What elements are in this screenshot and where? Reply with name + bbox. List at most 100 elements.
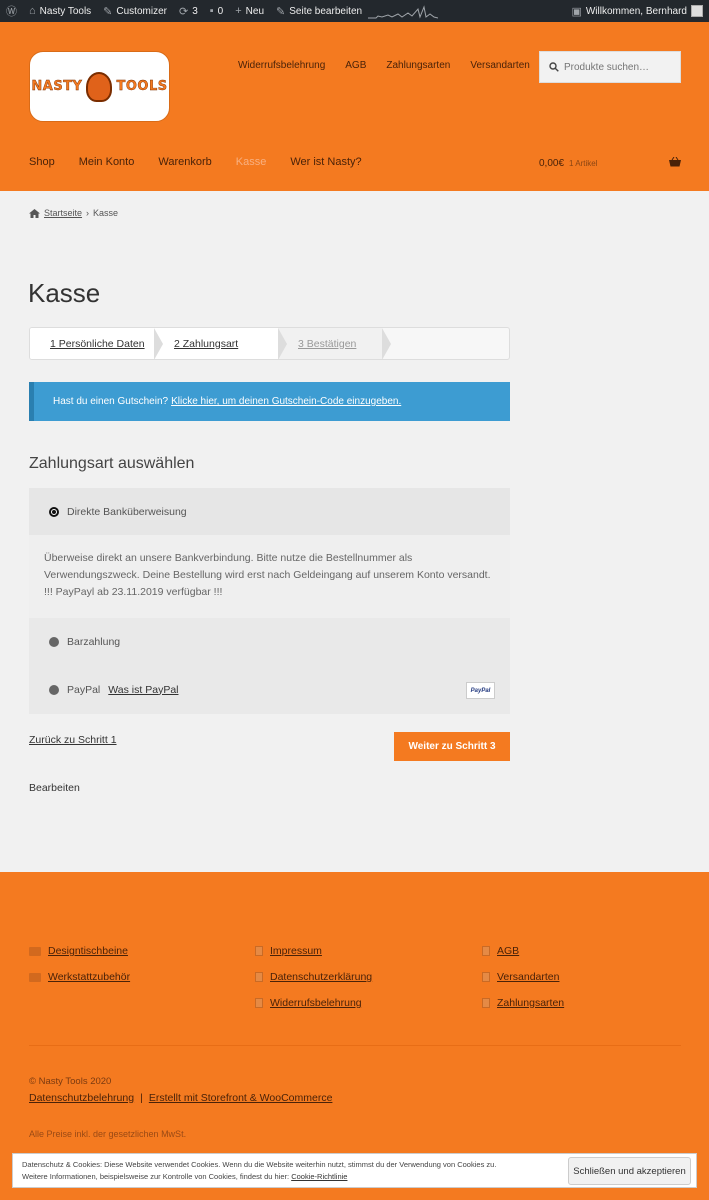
nav-item-warenkorb[interactable]: Warenkorb bbox=[158, 156, 211, 168]
search-input[interactable] bbox=[564, 61, 664, 73]
built-with-link[interactable]: Erstellt mit Storefront & WooCommerce bbox=[149, 1092, 333, 1104]
tax-note: Alle Preise inkl. der gesetzlichen MwSt. bbox=[29, 1129, 187, 1139]
footer-legal: Impressum Datenschutzerklärung Widerrufs… bbox=[255, 938, 372, 1016]
fist-logo-icon bbox=[86, 71, 113, 102]
brush-icon: ✎ bbox=[103, 5, 113, 18]
step-confirm: 3 Bestätigen bbox=[278, 328, 391, 359]
logo-text-left: NASTY bbox=[31, 79, 83, 94]
header-cart[interactable]: 0,00€ 1 Artikel bbox=[539, 156, 681, 170]
document-icon bbox=[482, 998, 490, 1008]
document-icon bbox=[482, 946, 490, 956]
footer-divider bbox=[29, 1045, 681, 1046]
cookie-text: Datenschutz & Cookies: Diese Website ver… bbox=[22, 1159, 497, 1181]
nav-item-mein-konto[interactable]: Mein Konto bbox=[79, 156, 135, 168]
accept-cookies-button[interactable]: Schließen und akzeptieren bbox=[568, 1157, 691, 1185]
footer-bottom-links: Datenschutzbelehrung | Erstellt mit Stor… bbox=[29, 1092, 332, 1104]
radio-cash[interactable] bbox=[49, 636, 59, 647]
back-to-step-1-link[interactable]: Zurück zu Schritt 1 bbox=[29, 734, 117, 746]
nav-item-wer-ist-nasty[interactable]: Wer ist Nasty? bbox=[290, 156, 361, 168]
footer-item-widerruf[interactable]: Widerrufsbelehrung bbox=[255, 990, 372, 1016]
home-icon bbox=[29, 208, 40, 218]
cookie-policy-link[interactable]: Cookie-Richtlinie bbox=[291, 1172, 347, 1181]
site-logo[interactable]: NASTY TOOLS bbox=[29, 51, 170, 122]
site-footer: Designtischbeine Werkstattzubehör Impres… bbox=[0, 872, 709, 1200]
document-icon bbox=[482, 972, 490, 982]
product-search bbox=[539, 51, 681, 83]
footer-info: AGB Versandarten Zahlungsarten bbox=[482, 938, 564, 1016]
secondary-nav: Widerrufsbelehrung AGB Zahlungsarten Ver… bbox=[238, 60, 530, 71]
plus-icon: + bbox=[235, 5, 242, 17]
footer-item-versandarten[interactable]: Versandarten bbox=[482, 964, 564, 990]
stats-sparkline-icon bbox=[368, 5, 439, 19]
admin-edit-page-link[interactable]: ✎ Seite bearbeiten bbox=[270, 0, 368, 22]
footer-link-separator: | bbox=[140, 1092, 143, 1104]
secondary-nav-item-versandarten[interactable]: Versandarten bbox=[470, 60, 530, 71]
comment-icon: ▪ bbox=[209, 5, 214, 17]
cart-total: 0,00€ bbox=[539, 158, 565, 169]
search-icon bbox=[549, 62, 559, 72]
avatar bbox=[691, 5, 703, 17]
cart-count: 1 Artikel bbox=[569, 159, 598, 168]
screen-options-icon: ▣ bbox=[571, 5, 582, 18]
document-icon bbox=[255, 946, 263, 956]
footer-categories: Designtischbeine Werkstattzubehör bbox=[29, 938, 130, 990]
payment-label-bank-transfer: Direkte Banküberweisung bbox=[67, 505, 187, 518]
refresh-icon: ⟳ bbox=[178, 5, 189, 18]
page-title: Kasse bbox=[28, 278, 101, 308]
admin-new-link[interactable]: + Neu bbox=[229, 0, 270, 22]
document-icon bbox=[255, 998, 263, 1008]
checkout-steps: 1 Persönliche Daten 2 Zahlungsart 3 Best… bbox=[29, 327, 510, 360]
secondary-nav-item-widerruf[interactable]: Widerrufsbelehrung bbox=[238, 60, 325, 71]
footer-item-impressum[interactable]: Impressum bbox=[255, 938, 372, 964]
coupon-notice: Hast du einen Gutschein? Klicke hier, um… bbox=[29, 382, 510, 421]
admin-site-link[interactable]: ⌂ Nasty Tools bbox=[23, 0, 97, 22]
payment-methods: Direkte Banküberweisung Überweise direkt… bbox=[29, 488, 510, 714]
admin-account-menu[interactable]: ▣ Willkommen, Bernhard bbox=[565, 0, 709, 22]
footer-item-agb[interactable]: AGB bbox=[482, 938, 564, 964]
footer-item-designtischbeine[interactable]: Designtischbeine bbox=[29, 938, 130, 964]
edit-link[interactable]: Bearbeiten bbox=[29, 782, 80, 794]
folder-icon bbox=[29, 946, 41, 956]
admin-comments-link[interactable]: ▪ 0 bbox=[204, 0, 229, 22]
payment-option-bank-transfer[interactable]: Direkte Banküberweisung bbox=[29, 488, 510, 535]
payment-label-cash: Barzahlung bbox=[67, 635, 121, 648]
document-icon bbox=[255, 972, 263, 982]
payment-option-paypal[interactable]: PayPal Was ist PayPal PayPal bbox=[29, 665, 510, 714]
radio-bank-transfer[interactable] bbox=[49, 506, 59, 517]
stats-sparkline[interactable] bbox=[368, 0, 439, 22]
coupon-text: Hast du einen Gutschein? bbox=[53, 396, 169, 407]
pencil-icon: ✎ bbox=[276, 5, 286, 18]
copyright: © Nasty Tools 2020 bbox=[29, 1076, 112, 1087]
footer-item-datenschutz[interactable]: Datenschutzerklärung bbox=[255, 964, 372, 990]
privacy-link[interactable]: Datenschutzbelehrung bbox=[29, 1092, 134, 1104]
breadcrumb-current: Kasse bbox=[93, 208, 119, 218]
secondary-nav-item-agb[interactable]: AGB bbox=[345, 60, 366, 71]
bank-transfer-description: Überweise direkt an unsere Bankverbindun… bbox=[29, 535, 510, 618]
home-icon: ⌂ bbox=[29, 5, 36, 17]
primary-nav: Shop Mein Konto Warenkorb Kasse Wer ist … bbox=[29, 156, 362, 168]
payment-option-cash[interactable]: Barzahlung bbox=[29, 618, 510, 665]
breadcrumb-separator: › bbox=[86, 208, 90, 218]
next-step-button[interactable]: Weiter zu Schritt 3 bbox=[394, 732, 510, 761]
step-personal-data[interactable]: 1 Persönliche Daten bbox=[30, 328, 163, 359]
paypal-logo-icon: PayPal bbox=[466, 682, 495, 699]
footer-item-zahlungsarten[interactable]: Zahlungsarten bbox=[482, 990, 564, 1016]
cookie-banner: Datenschutz & Cookies: Diese Website ver… bbox=[12, 1153, 697, 1188]
nav-item-kasse[interactable]: Kasse bbox=[236, 156, 267, 168]
coupon-link[interactable]: Klicke hier, um deinen Gutschein-Code ei… bbox=[171, 396, 401, 407]
breadcrumb-home-link[interactable]: Startseite bbox=[44, 208, 82, 218]
admin-bar: Ⓦ ⌂ Nasty Tools ✎ Customizer ⟳ 3 ▪ 0 + Neu ✎ S… bbox=[0, 0, 709, 22]
what-is-paypal-link[interactable]: Was ist PayPal bbox=[108, 684, 178, 696]
secondary-nav-item-zahlungsarten[interactable]: Zahlungsarten bbox=[386, 60, 450, 71]
step-payment-method[interactable]: 2 Zahlungsart bbox=[154, 328, 287, 359]
payment-heading: Zahlungsart auswählen bbox=[29, 455, 195, 472]
wordpress-logo-icon[interactable]: Ⓦ bbox=[0, 0, 23, 22]
payment-label-paypal: PayPal bbox=[67, 683, 101, 696]
admin-updates-link[interactable]: ⟳ 3 bbox=[173, 0, 204, 22]
logo-text-right: TOOLS bbox=[116, 79, 168, 94]
admin-customizer-link[interactable]: ✎ Customizer bbox=[97, 0, 173, 22]
folder-icon bbox=[29, 972, 41, 982]
nav-item-shop[interactable]: Shop bbox=[29, 156, 55, 168]
footer-item-werkstattzubehoer[interactable]: Werkstattzubehör bbox=[29, 964, 130, 990]
radio-paypal[interactable] bbox=[49, 684, 59, 695]
